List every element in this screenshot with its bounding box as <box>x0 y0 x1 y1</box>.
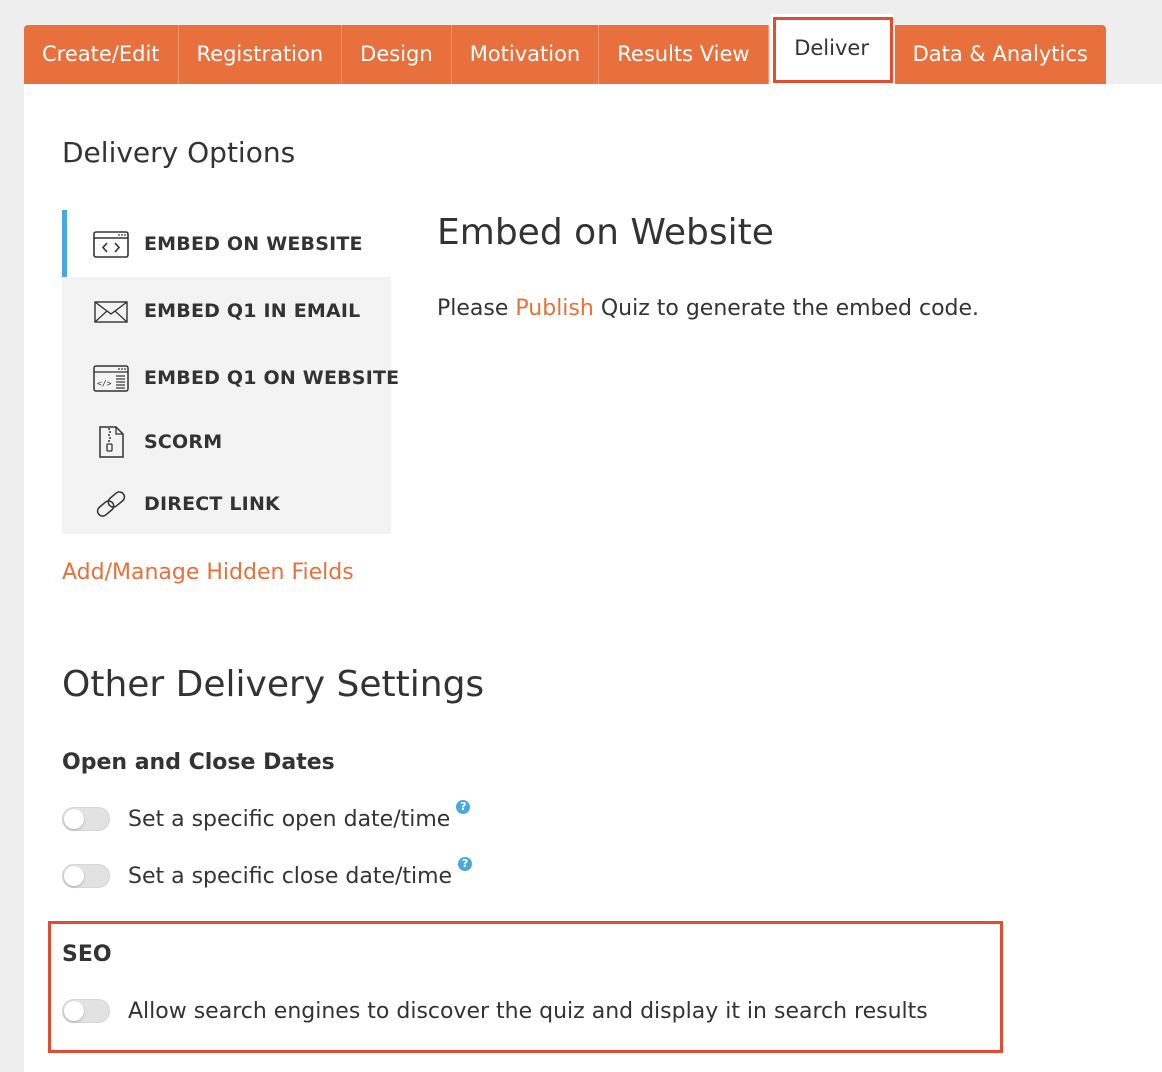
tab-design[interactable]: Design <box>342 25 452 84</box>
zip-file-icon <box>99 426 124 458</box>
menu-item-embed-on-website[interactable]: EMBED ON WEBSITE <box>62 210 391 277</box>
embed-message-prefix: Please <box>437 296 509 321</box>
tab-bar: Create/Edit Registration Design Motivati… <box>24 12 1106 84</box>
menu-item-label: DIRECT LINK <box>144 492 280 515</box>
menu-item-scorm[interactable]: SCORM <box>62 411 391 473</box>
seo-heading: SEO <box>62 942 112 967</box>
embed-message-suffix: Quiz to generate the embed code. <box>600 296 980 321</box>
tab-create-edit[interactable]: Create/Edit <box>24 25 179 84</box>
browser-embed-icon: </> <box>93 364 129 392</box>
tab-motivation[interactable]: Motivation <box>451 25 600 84</box>
other-delivery-settings-heading: Other Delivery Settings <box>62 664 485 705</box>
envelope-icon <box>94 300 128 323</box>
open-date-label: Set a specific open date/time <box>128 806 451 832</box>
toggle-knob <box>64 1001 84 1021</box>
help-icon[interactable]: ? <box>458 857 473 871</box>
tab-deliver-label: Deliver <box>794 36 869 60</box>
close-date-toggle[interactable] <box>62 864 110 888</box>
menu-item-label: EMBED Q1 IN EMAIL <box>144 299 361 322</box>
embed-message: Please Publish Quiz to generate the embe… <box>437 296 979 321</box>
embed-heading: Embed on Website <box>437 212 774 253</box>
seo-label: Allow search engines to discover the qui… <box>128 998 928 1024</box>
open-close-dates-heading: Open and Close Dates <box>62 750 335 775</box>
delivery-options-heading: Delivery Options <box>62 136 296 169</box>
publish-link[interactable]: Publish <box>515 296 593 321</box>
add-manage-hidden-fields-link[interactable]: Add/Manage Hidden Fields <box>62 560 354 585</box>
close-date-row: Set a specific close date/time ? <box>62 857 473 891</box>
menu-item-direct-link[interactable]: DIRECT LINK <box>62 473 391 534</box>
menu-item-label: EMBED Q1 ON WEBSITE <box>144 366 400 389</box>
delivery-options-menu: EMBED ON WEBSITE EMBED Q1 IN EMAIL </> E… <box>62 210 399 534</box>
open-date-toggle[interactable] <box>62 807 110 831</box>
link-icon <box>96 490 126 517</box>
menu-item-embed-q1-in-email[interactable]: EMBED Q1 IN EMAIL <box>62 277 391 344</box>
toggle-knob <box>64 866 84 886</box>
tab-deliver[interactable]: Deliver <box>768 12 895 84</box>
menu-item-label: EMBED ON WEBSITE <box>144 232 363 255</box>
menu-item-label: SCORM <box>144 431 223 453</box>
help-icon[interactable]: ? <box>456 800 471 814</box>
close-date-label: Set a specific close date/time <box>128 863 453 889</box>
tab-registration[interactable]: Registration <box>178 25 343 84</box>
seo-toggle[interactable] <box>62 999 110 1023</box>
browser-code-icon <box>93 230 129 258</box>
tab-data-analytics[interactable]: Data & Analytics <box>894 25 1106 84</box>
toggle-knob <box>64 809 84 829</box>
menu-item-embed-q1-on-website[interactable]: </> EMBED Q1 ON WEBSITE <box>62 344 399 411</box>
open-date-row: Set a specific open date/time ? <box>62 800 471 834</box>
svg-text:</>: </> <box>97 379 112 388</box>
tab-results-view[interactable]: Results View <box>599 25 769 84</box>
seo-row: Allow search engines to discover the qui… <box>62 996 928 1026</box>
